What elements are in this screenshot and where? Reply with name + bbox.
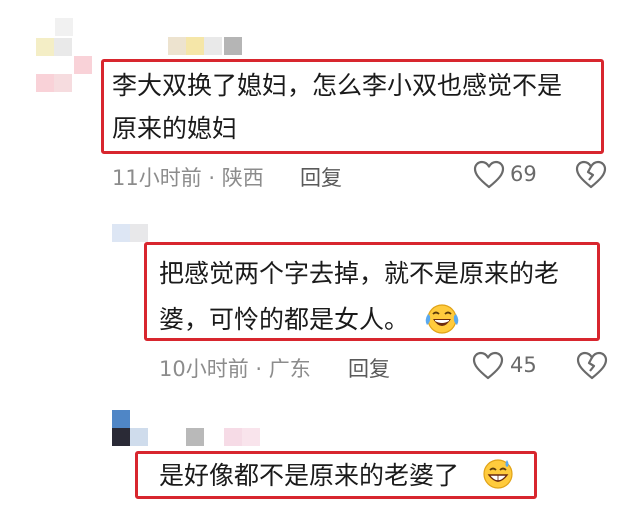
comment-text: 婆，可怜的都是女人。 — [159, 305, 410, 334]
location: 陕西 — [221, 166, 264, 190]
comment-text-line-1: 是好像都不是原来的老婆了 — [159, 461, 460, 490]
comment-text-line-2: 婆，可怜的都是女人。 — [159, 298, 409, 341]
heart-outline-icon[interactable] — [473, 160, 505, 190]
location: 广东 — [268, 357, 311, 381]
comment-meta: 10小时前 · 广东 — [159, 353, 311, 383]
timestamp: 11小时前 — [112, 166, 202, 190]
timestamp: 10小时前 — [159, 357, 249, 381]
broken-heart-icon[interactable] — [575, 160, 607, 190]
comment-text-line-2: 原来的媳妇 — [112, 114, 238, 143]
meta-separator: · — [201, 166, 222, 190]
comment-meta: 11小时前 · 陕西 — [112, 162, 264, 192]
laughing-tears-emoji — [425, 304, 459, 334]
meta-separator: · — [248, 357, 269, 381]
reply-button[interactable]: 回复 — [300, 162, 342, 192]
grinning-sweat-emoji — [483, 459, 513, 489]
like-count: 45 — [510, 353, 537, 377]
comment-text-line-1: 把感觉两个字去掉，就不是原来的老 — [159, 259, 560, 288]
broken-heart-icon[interactable] — [576, 351, 608, 381]
heart-outline-icon[interactable] — [472, 351, 504, 381]
comment-text-line-1: 李大双换了媳妇，怎么李小双也感觉不是 — [112, 71, 563, 100]
reply-button[interactable]: 回复 — [348, 353, 390, 383]
like-count: 69 — [510, 162, 537, 186]
